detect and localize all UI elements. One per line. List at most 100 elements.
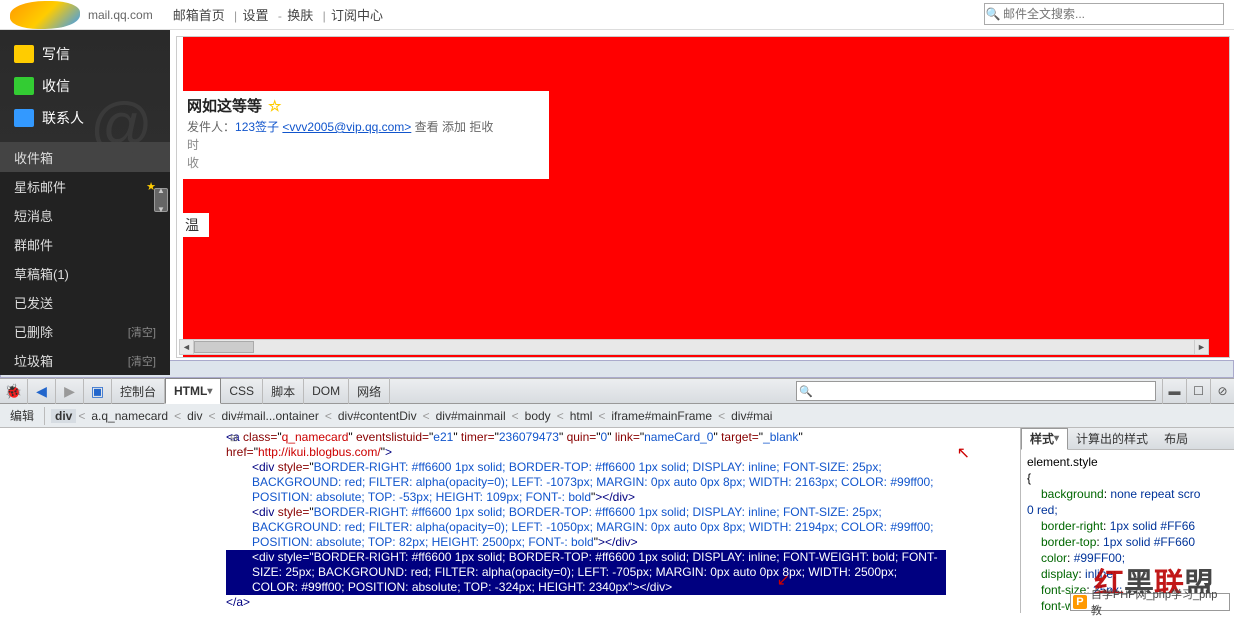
folder-label: 短消息 [14, 206, 53, 225]
popout-button[interactable]: ☐ [1186, 378, 1210, 404]
minimize-button[interactable]: ▬ [1162, 378, 1186, 404]
style-declaration[interactable]: border-right: 1px solid #FF66 [1027, 518, 1228, 534]
contacts-button[interactable]: 联系人 [0, 102, 170, 134]
receive-button[interactable]: 收信 [0, 70, 170, 102]
style-declaration[interactable]: display: inline; [1027, 566, 1228, 582]
firebug-search[interactable]: 🔍 [796, 381, 1156, 401]
mail-snippet: 温 [181, 213, 209, 237]
style-declaration[interactable]: color: #99FF00; [1027, 550, 1228, 566]
header-links: 邮箱首页 | 设置 - 换肤 | 订阅中心 [173, 5, 387, 24]
firebug-search-input[interactable] [815, 382, 1155, 400]
scroll-left-icon[interactable]: ◄ [180, 340, 194, 354]
style-declaration[interactable]: border-top: 1px solid #FF660 [1027, 534, 1228, 550]
forward-button[interactable]: ▶ [56, 378, 84, 404]
sender-addr[interactable]: <vvv2005@vip.qq.com> [282, 120, 411, 134]
folder-group[interactable]: 群邮件 [0, 230, 170, 259]
tree-node-div[interactable]: <div style="BORDER-RIGHT: #ff6600 1px so… [226, 505, 946, 550]
tab-css[interactable]: CSS [221, 378, 263, 404]
folder-spam[interactable]: 垃圾箱 [清空] [0, 346, 170, 375]
crumb-item[interactable]: div#mail...ontainer [217, 409, 322, 423]
crumb-item[interactable]: div [183, 409, 206, 423]
folder-inbox[interactable]: 收件箱 [0, 143, 170, 172]
clear-action[interactable]: [清空] [128, 324, 156, 340]
horizontal-scrollbar[interactable]: ◄ ► [179, 339, 1209, 355]
mail-time-label: 时 [187, 136, 543, 153]
link-subscribe[interactable]: 订阅中心 [331, 8, 383, 23]
tab-dom[interactable]: DOM [304, 378, 349, 404]
mail-content: 网如这等等☆ 发件人：123签子 <vvv2005@vip.qq.com> 查看… [176, 36, 1230, 358]
style-declaration[interactable]: 0 red; [1027, 502, 1228, 518]
firebug-icon[interactable] [0, 378, 28, 404]
link-skin[interactable]: 换肤 [287, 8, 313, 23]
mail-header: mail.qq.com 邮箱首页 | 设置 - 换肤 | 订阅中心 🔍 [0, 0, 1234, 30]
scroll-right-icon[interactable]: ► [1194, 340, 1208, 354]
mail-sender: 发件人：123签子 <vvv2005@vip.qq.com> 查看 添加 拒收 [187, 118, 543, 135]
folder-label: 垃圾箱 [14, 351, 53, 370]
crumb-item[interactable]: div [51, 409, 76, 423]
tree-node-div[interactable]: <div style="BORDER-RIGHT: #ff6600 1px so… [226, 460, 946, 505]
crumb-item[interactable]: div#contentDiv [334, 409, 421, 423]
tab-console[interactable]: 控制台 [112, 378, 165, 404]
compose-icon [14, 45, 34, 63]
action-label: 联系人 [42, 108, 84, 128]
firebug-toolbar: ◀ ▶ ▣ 控制台 HTML CSS 脚本 DOM 网络 🔍 ▬ ☐ ⊘ [0, 378, 1234, 404]
red-overlay [183, 37, 1229, 357]
side-tab-layout[interactable]: 布局 [1156, 428, 1196, 450]
compose-button[interactable]: 写信 [0, 38, 170, 70]
crumb-edit[interactable]: 编辑 [6, 407, 38, 424]
tree-close-a[interactable]: </a> [226, 595, 1014, 610]
link-settings[interactable]: 设置 [243, 8, 269, 23]
folder-list: 收件箱 星标邮件★ 短消息 群邮件 草稿箱(1) 已发送 已删除 [清空] 垃圾箱… [0, 142, 170, 375]
star-icon[interactable]: ☆ [268, 97, 281, 115]
tab-net[interactable]: 网络 [349, 378, 390, 404]
folder-sent[interactable]: 已发送 [0, 288, 170, 317]
crumb-item[interactable]: div#mainmail [432, 409, 510, 423]
scroll-thumb[interactable] [194, 341, 254, 353]
mail-search[interactable]: 🔍 [984, 3, 1224, 25]
folder-sms[interactable]: 短消息 [0, 201, 170, 230]
receive-icon [14, 77, 34, 95]
sidebar-scroll[interactable] [154, 188, 168, 212]
folder-deleted[interactable]: 已删除 [清空] [0, 317, 170, 346]
side-tab-computed[interactable]: 计算出的样式 [1068, 428, 1156, 450]
mail-subject: 网如这等等☆ [187, 95, 543, 116]
contacts-icon [14, 109, 34, 127]
style-declaration[interactable]: background: none repeat scro [1027, 486, 1228, 502]
firebug-html-panel[interactable]: ⊟ <a class="q_namecard" eventslistuid="e… [0, 428, 1020, 613]
crumb-item[interactable]: iframe#mainFrame [607, 409, 716, 423]
style-brace: { [1027, 470, 1228, 486]
folder-starred[interactable]: 星标邮件★ [0, 172, 170, 201]
bottom-ad[interactable]: P 自学PHP网_php学习_php教 [1070, 593, 1230, 611]
tab-html[interactable]: HTML [165, 378, 221, 404]
close-button[interactable]: ⊘ [1210, 378, 1234, 404]
tree-node-selected[interactable]: <div style="BORDER-RIGHT: #ff6600 1px so… [226, 550, 946, 595]
crumb-item[interactable]: body [521, 409, 555, 423]
link-home[interactable]: 邮箱首页 [173, 8, 225, 23]
folder-label: 已删除 [14, 322, 53, 341]
back-button[interactable]: ◀ [28, 378, 56, 404]
crumb-item[interactable]: div#mai [727, 409, 776, 423]
mail-recv-label: 收 [187, 154, 543, 171]
search-icon: 🔍 [797, 385, 815, 398]
folder-label: 群邮件 [14, 235, 53, 254]
clear-action[interactable]: [清空] [128, 353, 156, 369]
side-tab-style[interactable]: 样式 [1021, 428, 1068, 450]
firebug-breadcrumb: 编辑 div< a.q_namecard< div< div#mail...on… [0, 404, 1234, 428]
crumb-item[interactable]: a.q_namecard [87, 409, 172, 423]
action-label: 收信 [42, 76, 70, 96]
search-icon: 🔍 [985, 7, 1001, 21]
crumb-item[interactable]: html [566, 409, 597, 423]
folder-label: 已发送 [14, 293, 53, 312]
domain-text: mail.qq.com [88, 8, 153, 22]
tab-script[interactable]: 脚本 [263, 378, 304, 404]
sender-actions[interactable]: 查看 添加 拒收 [415, 120, 494, 134]
inspect-button[interactable]: ▣ [84, 378, 112, 404]
php-icon: P [1073, 595, 1087, 609]
style-selector: element.style [1027, 454, 1228, 470]
folder-drafts[interactable]: 草稿箱(1) [0, 259, 170, 288]
search-input[interactable] [1001, 5, 1223, 23]
tree-node-a[interactable]: <a class="q_namecard" eventslistuid="e21… [226, 430, 966, 460]
folder-label: 收件箱 [14, 148, 53, 167]
sender-name[interactable]: 123签子 [235, 120, 279, 134]
collapse-icon[interactable]: ⊟ [230, 431, 238, 446]
